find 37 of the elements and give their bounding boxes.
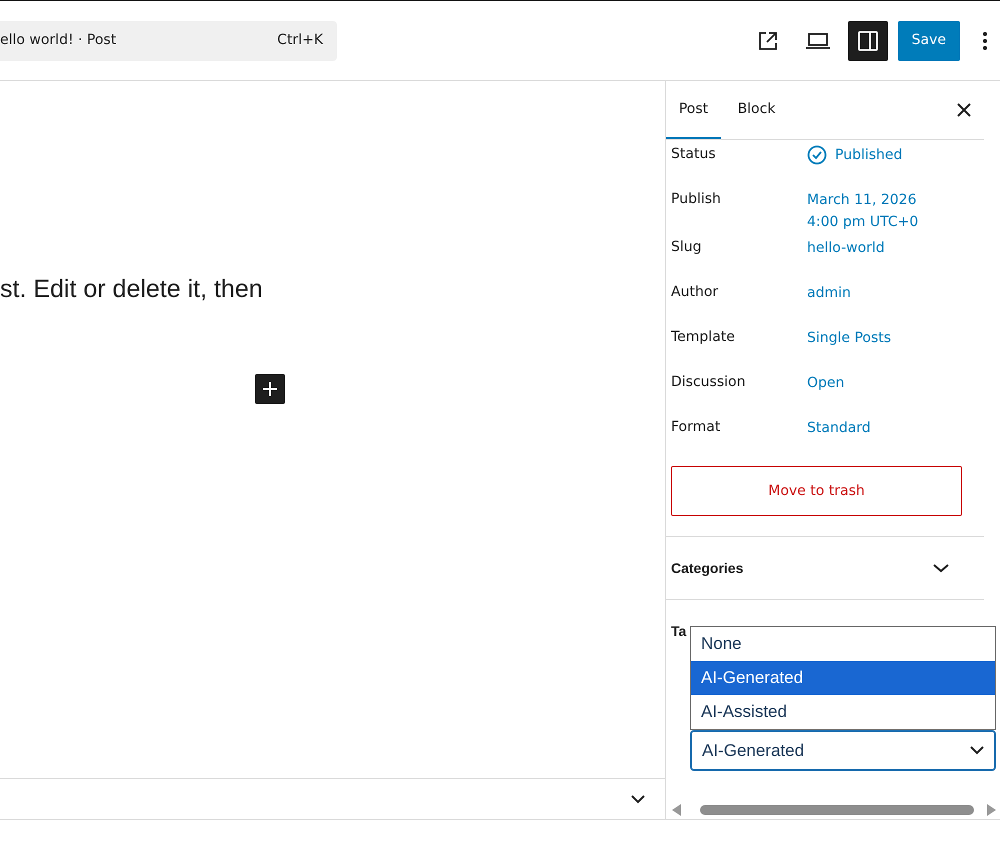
field-label: Status	[671, 145, 717, 164]
panel-title: Ta	[671, 622, 686, 640]
field-value-link[interactable]: admin	[807, 282, 851, 304]
field-label: Author	[671, 283, 720, 302]
field-value-link[interactable]: Standard	[807, 417, 871, 439]
field-value-link[interactable]: Published	[835, 144, 902, 166]
dropdown-option[interactable]: None	[691, 627, 995, 661]
chevron-down-icon	[970, 746, 984, 755]
field-value-link[interactable]: Single Posts	[807, 327, 892, 349]
field-value-link[interactable]: hello-world	[807, 237, 885, 259]
field-label: Slug	[671, 238, 703, 257]
check-circle-icon	[807, 145, 827, 165]
command-bar-title: ello world! · Post	[0, 31, 116, 50]
tab[interactable]: Block	[729, 81, 784, 139]
move-to-trash-button[interactable]: Move to trash	[671, 466, 962, 516]
field-label: Publish	[671, 190, 722, 209]
horizontal-scrollbar[interactable]	[672, 803, 996, 817]
field-value-link[interactable]: 4:00 pm UTC+0	[807, 211, 918, 233]
field-value-link[interactable]: March 11, 2026	[807, 189, 918, 211]
field-label: Template	[671, 328, 736, 347]
add-block-icon[interactable]	[255, 374, 285, 404]
dropdown-option[interactable]: AI-Generated	[691, 661, 995, 695]
chevron-icon[interactable]	[933, 563, 949, 573]
sidebar-toggle-icon[interactable]	[848, 20, 888, 60]
panel-title: Categories	[671, 558, 744, 578]
field-label: Format	[671, 418, 722, 437]
field-value-link[interactable]: Open	[807, 372, 844, 394]
paragraph-text: st. Edit or delete it, then	[0, 274, 264, 305]
dropdown-option[interactable]: AI-Assisted	[691, 695, 995, 729]
tab[interactable]: Post	[666, 81, 721, 139]
keyboard-shortcut: Ctrl+K	[277, 31, 323, 50]
panel-header[interactable]: Categories	[666, 536, 984, 599]
chevron-down-icon[interactable]	[631, 794, 645, 804]
command-bar[interactable]: ello world! · Post Ctrl+K	[0, 20, 337, 60]
save-button[interactable]: Save	[898, 20, 960, 60]
select-field[interactable]: AI-Generated	[690, 730, 996, 771]
field-label: Discussion	[671, 373, 746, 392]
